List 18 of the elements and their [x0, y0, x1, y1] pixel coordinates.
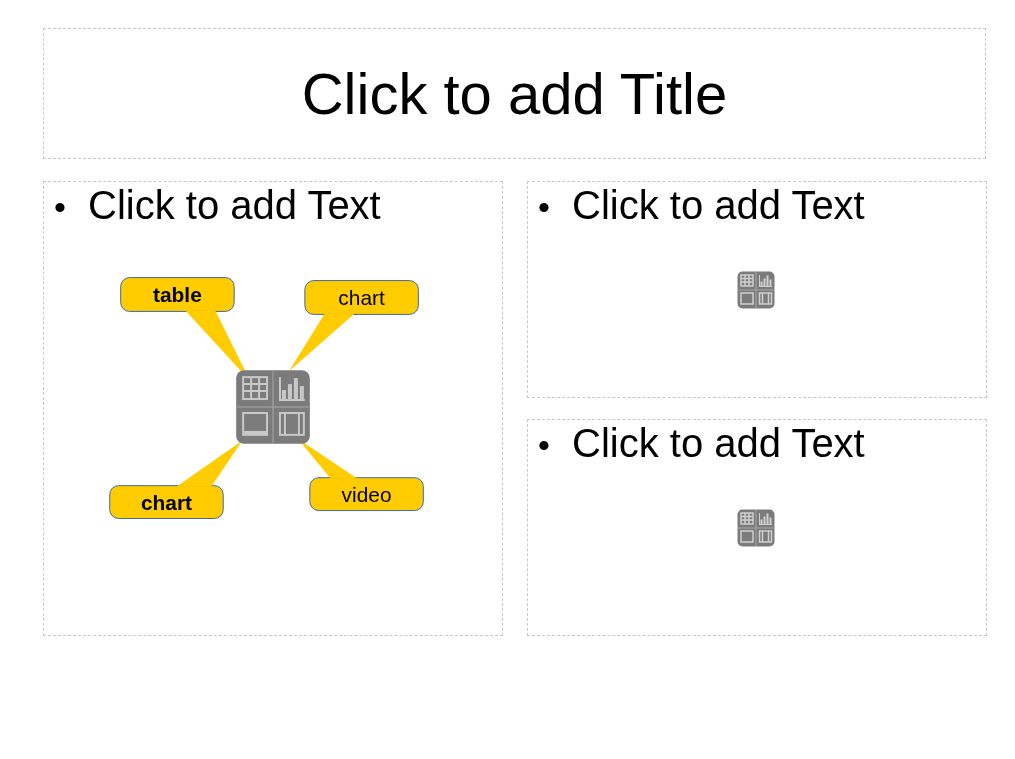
title-placeholder[interactable]: Click to add Title — [43, 28, 986, 159]
insert-content-icon[interactable] — [737, 509, 775, 547]
bullet: • — [538, 187, 551, 228]
placeholder-text: Click to add Text — [572, 420, 865, 466]
callout-label: chart — [140, 491, 192, 515]
callout-label: video — [341, 483, 392, 507]
content-placeholder[interactable]: • Click to add Text — [527, 419, 987, 636]
bullet: • — [54, 187, 67, 228]
callout-label: table — [153, 283, 202, 307]
slide-title: Click to add Title — [301, 60, 728, 127]
placeholder-text: Click to add Text — [88, 182, 381, 228]
content-placeholder[interactable]: • Click to add Text — [527, 181, 987, 398]
content-placeholder[interactable]: • Click to add Text table chart chart video — [43, 181, 503, 636]
insert-content-icon[interactable] — [737, 271, 775, 309]
insert-content-icon[interactable] — [236, 370, 310, 444]
callout-label: chart — [338, 286, 385, 310]
bullet: • — [538, 425, 551, 466]
placeholder-text: Click to add Text — [572, 182, 865, 228]
